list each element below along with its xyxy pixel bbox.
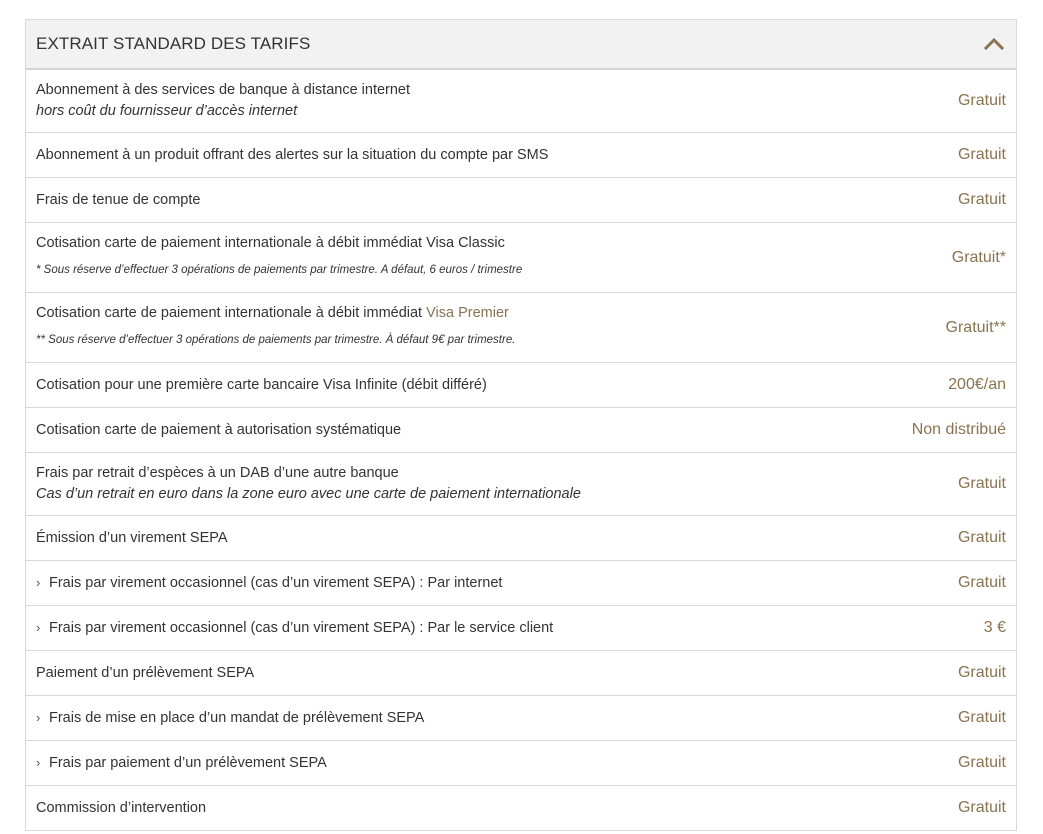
tariff-label: Frais par virement occasionnel (cas d’un… xyxy=(49,620,554,636)
tariff-accordion: EXTRAIT STANDARD DES TARIFS Abonnement à… xyxy=(25,19,1017,831)
visa-premier-link[interactable]: Visa Premier xyxy=(426,305,509,321)
tariff-label: Cotisation carte de paiement internation… xyxy=(36,303,930,324)
tariff-value: Gratuit xyxy=(957,529,1006,546)
tariff-label: Cotisation pour une première carte banca… xyxy=(36,376,487,393)
tariff-row: Cotisation carte de paiement internation… xyxy=(26,293,1016,363)
tariff-note: ** Sous réserve d’effectuer 3 opérations… xyxy=(36,334,516,346)
tariff-row: Abonnement à des services de banque à di… xyxy=(26,70,1016,133)
tariff-label: Frais par virement occasionnel (cas d’un… xyxy=(49,575,503,591)
tariff-label: Frais par retrait d’espèces à un DAB d’u… xyxy=(36,465,399,481)
tariff-row: Commission d’intervention Gratuit xyxy=(26,786,1016,831)
tariff-label: Émission d’un virement SEPA xyxy=(36,529,228,546)
tariff-value: Gratuit xyxy=(957,191,1006,208)
accordion-title: EXTRAIT STANDARD DES TARIFS xyxy=(36,34,311,53)
tariff-value: Gratuit xyxy=(957,754,1006,771)
tariff-value: Non distribué xyxy=(911,421,1006,438)
tariff-value: 3 € xyxy=(983,619,1006,636)
tariff-label: Cotisation carte de paiement internation… xyxy=(36,235,505,251)
tariff-label: Frais par paiement d’un prélèvement SEPA xyxy=(49,755,327,771)
tariff-row: Émission d’un virement SEPA Gratuit xyxy=(26,516,1016,561)
tariff-row: Cotisation carte de paiement à autorisat… xyxy=(26,408,1016,453)
tariff-value: Gratuit xyxy=(957,146,1006,163)
chevron-right-icon[interactable]: › xyxy=(36,572,44,593)
accordion-header[interactable]: EXTRAIT STANDARD DES TARIFS xyxy=(26,20,1016,70)
tariff-label: Frais de mise en place d’un mandat de pr… xyxy=(49,710,425,726)
tariff-value: Gratuit** xyxy=(945,318,1006,336)
tariff-value: Gratuit xyxy=(957,664,1006,681)
tariff-label: Abonnement à des services de banque à di… xyxy=(36,82,411,98)
tariff-label: Frais de tenue de compte xyxy=(36,191,201,208)
tariff-row-expandable[interactable]: › Frais par paiement d’un prélèvement SEP… xyxy=(26,741,1016,786)
tariff-value: Gratuit* xyxy=(951,248,1006,266)
tariff-value: Gratuit xyxy=(957,92,1006,109)
tariff-row: Frais de tenue de compte Gratuit xyxy=(26,178,1016,223)
tariff-value: 200€/an xyxy=(948,376,1006,393)
tariff-row-expandable[interactable]: › Frais par virement occasionnel (cas d’u… xyxy=(26,606,1016,651)
tariff-note: * Sous réserve d’effectuer 3 opérations … xyxy=(36,264,523,276)
chevron-right-icon[interactable]: › xyxy=(36,752,44,773)
tariff-value: Gratuit xyxy=(957,475,1006,492)
tariff-value: Gratuit xyxy=(957,709,1006,726)
tariff-label: Abonnement à un produit offrant des aler… xyxy=(36,146,549,163)
chevron-up-icon[interactable] xyxy=(983,33,1005,55)
tariff-sublabel: hors coût du fournisseur d’accès interne… xyxy=(36,103,298,119)
chevron-right-icon[interactable]: › xyxy=(36,707,44,728)
tariff-row: Frais par retrait d’espèces à un DAB d’u… xyxy=(26,453,1016,516)
tariff-sublabel: Cas d’un retrait en euro dans la zone eu… xyxy=(36,486,581,502)
tariff-row-expandable[interactable]: › Frais par virement occasionnel (cas d’u… xyxy=(26,561,1016,606)
tariff-label: Commission d’intervention xyxy=(36,799,207,816)
tariff-label: Cotisation carte de paiement à autorisat… xyxy=(36,421,402,438)
tariff-label-text: Cotisation carte de paiement internation… xyxy=(36,305,427,321)
tariff-row: Cotisation carte de paiement internation… xyxy=(26,223,1016,293)
tariff-value: Gratuit xyxy=(957,574,1006,591)
tariff-label: Paiement d’un prélèvement SEPA xyxy=(36,664,255,681)
tariff-row-expandable[interactable]: › Frais de mise en place d’un mandat de p… xyxy=(26,696,1016,741)
tariff-row: Paiement d’un prélèvement SEPA Gratuit xyxy=(26,651,1016,696)
tariff-row: Cotisation pour une première carte banca… xyxy=(26,363,1016,408)
chevron-right-icon[interactable]: › xyxy=(36,617,44,638)
tariff-value: Gratuit xyxy=(957,799,1006,816)
tariff-row: Abonnement à un produit offrant des aler… xyxy=(26,133,1016,178)
